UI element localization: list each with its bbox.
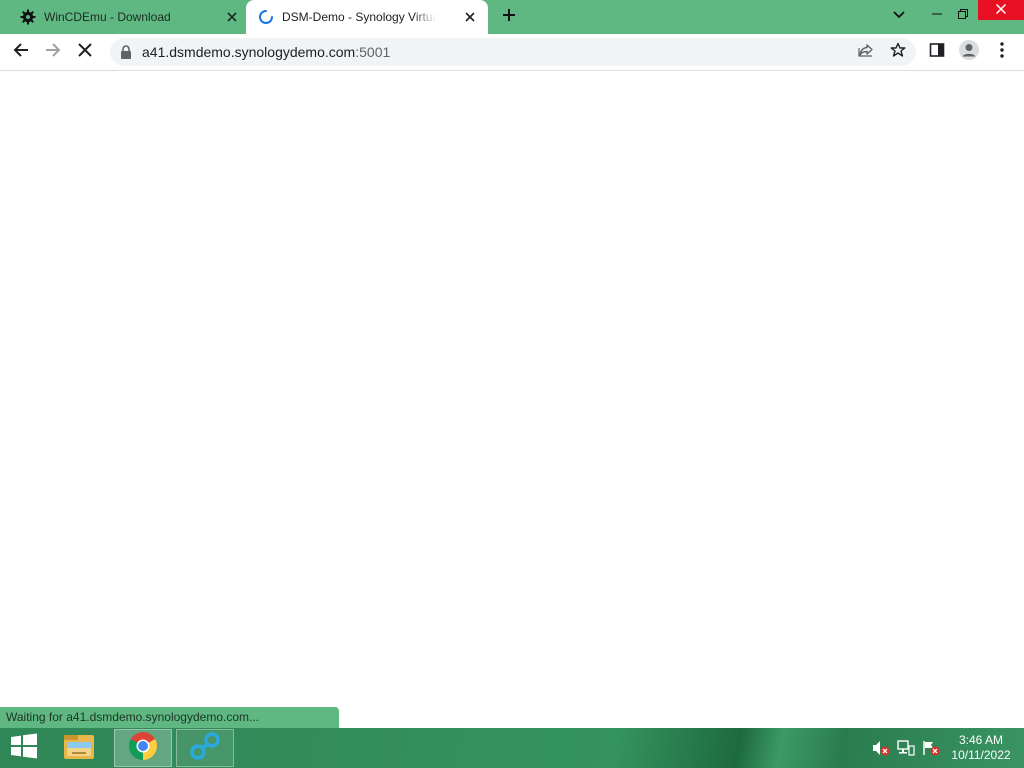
page-content <box>0 71 1024 728</box>
network-app-icon <box>189 731 221 766</box>
stop-loading-button[interactable] <box>71 38 99 66</box>
tab-title: DSM-Demo - Synology VirtualDSM <box>282 10 436 24</box>
loading-spinner-icon <box>258 9 274 25</box>
browser-toolbar: a41.dsmdemo.synologydemo.com:5001 <box>0 34 1024 71</box>
tab-strip: WinCDEmu - Download DSM-Demo - Synology … <box>0 0 1024 34</box>
close-icon[interactable] <box>224 9 240 25</box>
address-bar[interactable]: a41.dsmdemo.synologydemo.com:5001 <box>110 38 916 66</box>
url-port: :5001 <box>355 44 391 60</box>
action-center-flag-icon[interactable] <box>922 740 940 756</box>
gear-icon <box>20 9 36 25</box>
system-clock[interactable]: 3:46 AM 10/11/2022 <box>946 733 1016 763</box>
minimize-icon <box>932 6 942 24</box>
forward-button[interactable] <box>39 38 67 66</box>
clock-date: 10/11/2022 <box>951 748 1011 762</box>
back-button[interactable] <box>7 38 35 66</box>
clock-time: 3:46 AM <box>958 733 1004 747</box>
new-tab-button[interactable] <box>498 6 520 28</box>
close-icon[interactable] <box>462 9 478 25</box>
menu-dots-icon <box>1000 41 1004 63</box>
start-button[interactable] <box>4 732 44 764</box>
forward-arrow-icon <box>45 42 61 63</box>
bookmark-star-icon <box>890 42 906 63</box>
profile-icon <box>958 39 980 66</box>
chrome-icon <box>128 731 158 766</box>
taskbar: 3:46 AM 10/11/2022 <box>0 728 1024 768</box>
tab-wincdemu[interactable]: WinCDEmu - Download <box>8 0 246 34</box>
share-button[interactable] <box>856 42 876 62</box>
network-icon[interactable] <box>897 740 915 756</box>
restore-icon <box>958 6 968 24</box>
tab-title: WinCDEmu - Download <box>44 10 171 24</box>
taskbar-file-explorer[interactable] <box>50 729 108 767</box>
side-panel-icon <box>929 42 945 63</box>
lock-icon[interactable] <box>120 45 132 59</box>
back-arrow-icon <box>13 42 29 63</box>
speaker-muted-icon[interactable] <box>872 740 890 756</box>
taskbar-network-app[interactable] <box>176 729 234 767</box>
bookmark-button[interactable] <box>888 42 908 62</box>
share-icon <box>858 42 874 63</box>
stop-loading-icon <box>78 42 92 62</box>
close-window-button[interactable] <box>978 0 1024 20</box>
side-panel-button[interactable] <box>923 38 951 66</box>
taskbar-chrome[interactable] <box>114 729 172 767</box>
windows-logo-icon <box>10 733 38 764</box>
menu-button[interactable] <box>988 38 1016 66</box>
file-explorer-icon <box>62 731 96 766</box>
chevron-down-icon <box>893 6 905 24</box>
plus-icon <box>502 8 516 27</box>
url-text: a41.dsmdemo.synologydemo.com:5001 <box>142 44 390 60</box>
tab-search-button[interactable] <box>884 0 914 30</box>
tab-dsm-demo[interactable]: DSM-Demo - Synology VirtualDSM <box>246 0 488 34</box>
restore-button[interactable] <box>948 0 978 30</box>
profile-button[interactable] <box>955 38 983 66</box>
status-bubble: Waiting for a41.dsmdemo.synologydemo.com… <box>0 707 339 728</box>
close-icon <box>995 1 1007 19</box>
url-host: a41.dsmdemo.synologydemo.com <box>142 44 356 60</box>
